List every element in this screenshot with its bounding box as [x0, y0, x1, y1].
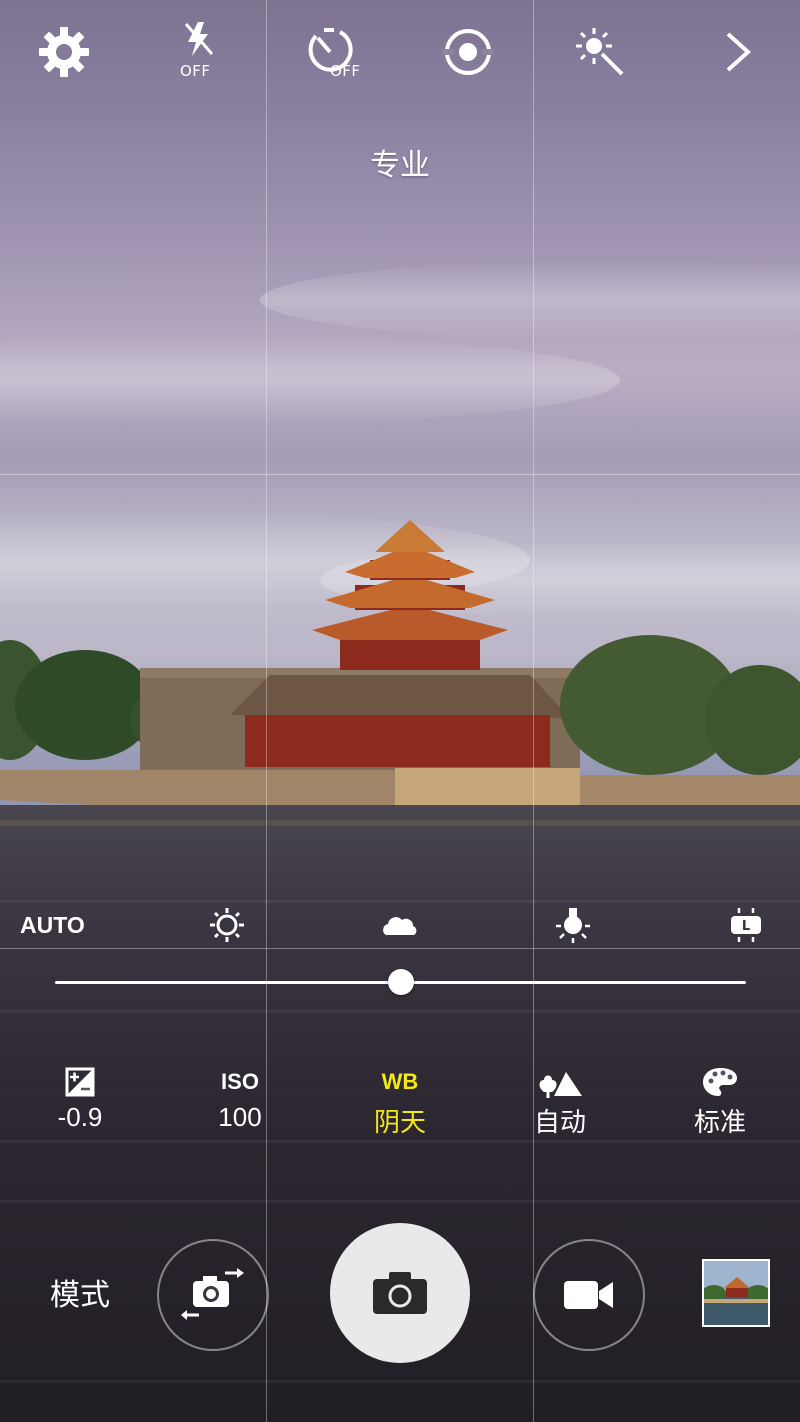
param-exposure[interactable]: -0.9	[20, 1062, 140, 1133]
focus-value: 自动	[533, 1107, 586, 1137]
iso-value: 100	[218, 1102, 262, 1132]
cloud-icon	[383, 917, 417, 935]
mode-button[interactable]: 模式	[40, 1270, 120, 1314]
focus-mountain-icon	[539, 1072, 582, 1098]
exposure-value: -0.9	[57, 1102, 103, 1132]
shutter-button[interactable]	[330, 1223, 470, 1363]
flash-button[interactable]: OFF	[168, 20, 232, 84]
param-white-balance[interactable]: WB 阴天	[340, 1062, 460, 1139]
video-icon	[564, 1281, 613, 1309]
camera-icon	[373, 1272, 427, 1314]
more-button[interactable]	[706, 20, 770, 84]
chevron-right-icon	[726, 32, 751, 72]
palette-icon	[703, 1068, 737, 1096]
grid-line-vertical-1	[266, 0, 267, 1422]
bulb-icon	[556, 908, 590, 943]
iso-label: ISO	[221, 1069, 259, 1094]
fluorescent-icon: L	[731, 908, 761, 942]
gear-icon	[39, 27, 89, 77]
param-iso[interactable]: ISO 100	[180, 1062, 300, 1133]
wb-preset-auto[interactable]: AUTO	[20, 900, 85, 950]
color-tone-value: 标准	[693, 1107, 746, 1137]
settings-button[interactable]	[32, 20, 96, 84]
grid-line-horizontal-1	[0, 474, 800, 475]
wb-preset-fluorescent[interactable]: L	[726, 900, 766, 950]
thumbnail-image	[704, 1261, 768, 1325]
focus-icon	[442, 29, 494, 75]
wb-slider-thumb[interactable]	[387, 969, 414, 995]
gallery-thumbnail[interactable]	[702, 1259, 770, 1327]
camera-viewfinder[interactable]	[0, 0, 800, 1422]
timer-state-label: OFF	[330, 62, 361, 80]
preview-scene	[0, 260, 800, 1422]
switch-camera-button[interactable]	[157, 1239, 269, 1351]
effects-button[interactable]	[566, 20, 630, 84]
record-video-button[interactable]	[533, 1239, 645, 1351]
wb-label: WB	[381, 1069, 419, 1094]
svg-text:L: L	[742, 919, 750, 934]
sun-icon	[210, 908, 244, 942]
exposure-icon	[65, 1067, 95, 1097]
mode-title: 专业	[370, 148, 430, 183]
grid-line-vertical-2	[533, 0, 534, 1422]
camera-switch-icon	[181, 1268, 244, 1320]
param-color-tone[interactable]: 标准	[660, 1062, 780, 1139]
wb-preset-cloudy[interactable]	[378, 900, 422, 950]
wb-preset-incandescent[interactable]	[553, 900, 593, 950]
timer-button[interactable]: OFF	[298, 20, 362, 84]
wb-value: 阴天	[373, 1107, 426, 1137]
param-focus[interactable]: 自动	[500, 1062, 620, 1139]
flash-off-icon	[184, 22, 214, 56]
effects-icon	[576, 28, 624, 76]
wb-preset-daylight[interactable]	[202, 900, 252, 950]
focus-mode-button[interactable]	[436, 20, 500, 84]
flash-state-label: OFF	[180, 62, 211, 80]
